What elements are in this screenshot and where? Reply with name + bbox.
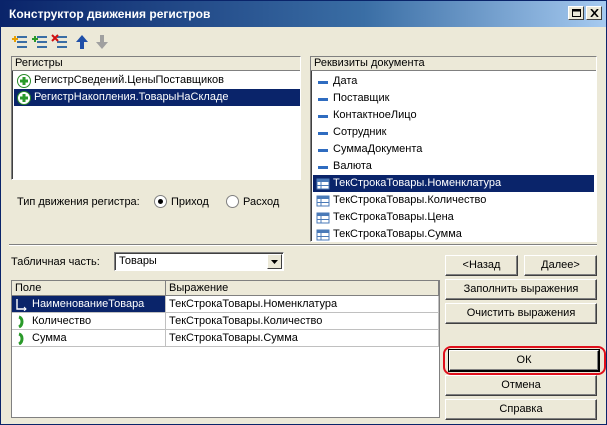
tabular-part-label: Табличная часть: [11, 256, 100, 268]
table-row[interactable]: Сумма ТекСтрокаТовары.Сумма [12, 330, 439, 347]
move-down-icon [93, 33, 111, 51]
tabular-part-select[interactable]: Товары [114, 252, 284, 271]
expression-cell[interactable]: ТекСтрокаТовары.Номенклатура [166, 296, 439, 313]
movement-type-label: Тип движения регистра: [17, 196, 140, 208]
expression-cell[interactable]: ТекСтрокаТовары.Количество [166, 313, 439, 330]
ok-button[interactable]: ОК [448, 349, 600, 372]
attribute-item[interactable]: Валюта [313, 158, 594, 175]
field-expression-table[interactable]: Поле Выражение НаименованиеТовара ТекСтр… [11, 280, 440, 418]
title-bar[interactable]: Конструктор движения регистров [1, 1, 606, 27]
chevron-down-icon [271, 260, 278, 264]
table-attribute-icon [316, 229, 330, 241]
table-row[interactable]: Количество ТекСтрокаТовары.Количество [12, 313, 439, 330]
table-attribute-icon [316, 195, 330, 207]
field-cell[interactable]: Количество [12, 313, 166, 330]
register-movement-dialog: Конструктор движения регистров Регистры [0, 0, 607, 425]
attribute-icon [318, 149, 328, 152]
table-attribute-icon [316, 212, 330, 224]
clear-expressions-button[interactable]: Очистить выражения [445, 303, 597, 324]
close-button[interactable] [586, 6, 602, 20]
registers-list[interactable]: Регистры РегистрСведений.ЦеныПоставщиков… [11, 56, 301, 180]
radio-expense[interactable]: Расход [226, 194, 279, 210]
separator [9, 244, 597, 246]
radio-expense-dot[interactable] [226, 195, 239, 208]
resource-icon [18, 332, 24, 345]
close-icon [590, 9, 599, 17]
table-row[interactable]: НаименованиеТовара ТекСтрокаТовары.Номен… [12, 296, 439, 313]
column-header-field[interactable]: Поле [12, 281, 166, 296]
fill-expressions-button[interactable]: Заполнить выражения [445, 279, 597, 300]
field-cell[interactable]: Сумма [12, 330, 166, 347]
maximize-button[interactable] [568, 6, 584, 20]
attributes-header: Реквизиты документа [311, 57, 596, 71]
dropdown-button[interactable] [267, 254, 282, 269]
column-header-expression[interactable]: Выражение [166, 281, 439, 296]
expression-cell[interactable]: ТекСтрокаТовары.Сумма [166, 330, 439, 347]
attribute-icon [318, 98, 328, 101]
attribute-item[interactable]: Сотрудник [313, 124, 594, 141]
attribute-icon [318, 115, 328, 118]
attribute-item[interactable]: Дата [313, 73, 594, 90]
attribute-icon [318, 81, 328, 84]
cancel-button[interactable]: Отмена [445, 375, 597, 396]
maximize-icon [572, 9, 581, 17]
delete-register-icon[interactable] [51, 33, 69, 51]
register-item-selected[interactable]: РегистрНакопления.ТоварыНаСкладе [14, 89, 300, 106]
radio-income[interactable]: Приход [154, 194, 209, 210]
attribute-item[interactable]: КонтактноеЛицо [313, 107, 594, 124]
register-item[interactable]: РегистрСведений.ЦеныПоставщиков [14, 72, 298, 89]
window-title: Конструктор движения регистров [9, 7, 211, 21]
dimension-icon [16, 299, 27, 311]
next-button[interactable]: Далее> [524, 255, 597, 276]
add-register-icon[interactable] [11, 33, 29, 51]
attribute-icon [318, 132, 328, 135]
attribute-item[interactable]: ТекСтрокаТовары.Сумма [313, 226, 594, 243]
attribute-item[interactable]: Поставщик [313, 90, 594, 107]
attribute-item[interactable]: ТекСтрокаТовары.Количество [313, 192, 594, 209]
radio-income-dot[interactable] [154, 195, 167, 208]
document-attributes-list[interactable]: Реквизиты документа Дата Поставщик Контакт… [310, 56, 597, 242]
table-attribute-icon [316, 178, 330, 190]
plus-icon [17, 91, 31, 105]
attribute-item[interactable]: СуммаДокумента [313, 141, 594, 158]
attribute-item[interactable]: ТекСтрокаТовары.Номенклатура [313, 175, 594, 192]
back-button[interactable]: <Назад [445, 255, 518, 276]
attribute-item[interactable]: ТекСтрокаТовары.Цена [313, 209, 594, 226]
plus-icon [17, 74, 31, 88]
resource-icon [18, 315, 24, 328]
attribute-icon [318, 166, 328, 169]
move-up-icon[interactable] [73, 33, 91, 51]
movement-type-group: Тип движения регистра: [17, 194, 140, 210]
registers-header: Регистры [12, 57, 300, 71]
field-cell[interactable]: НаименованиеТовара [12, 296, 166, 313]
help-button[interactable]: Справка [445, 399, 597, 420]
add-all-registers-icon[interactable] [31, 33, 49, 51]
